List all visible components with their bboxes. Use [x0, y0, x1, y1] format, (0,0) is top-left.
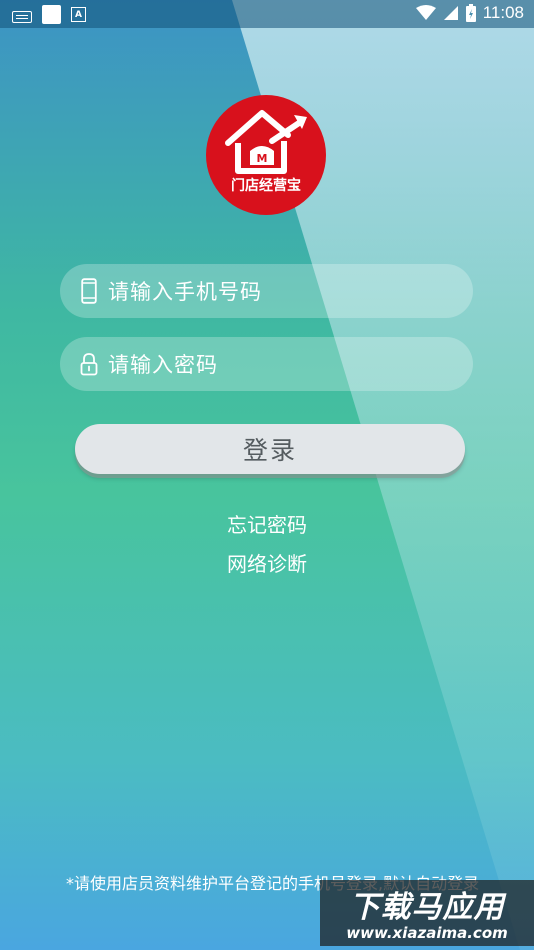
network-diagnosis-link[interactable]: 网络诊断 — [0, 548, 534, 577]
notification-square-icon — [42, 5, 61, 24]
password-input[interactable]: 请输入密码 — [60, 337, 473, 391]
phone-input-placeholder: 请输入手机号码 — [108, 280, 262, 304]
watermark: 下载马应用 www.xiazaima.com — [320, 880, 534, 946]
a-app-icon: A — [71, 7, 86, 22]
keyboard-icon — [12, 10, 32, 23]
svg-text:M: M — [257, 152, 268, 165]
wifi-icon — [415, 5, 436, 20]
login-button[interactable]: 登录 — [75, 424, 465, 474]
password-input-placeholder: 请输入密码 — [108, 353, 218, 377]
phone-input[interactable]: 请输入手机号码 — [60, 264, 473, 318]
app-logo: M 门店经营宝 — [206, 95, 326, 215]
status-time: 11:08 — [482, 3, 524, 22]
signal-icon — [443, 6, 458, 20]
status-bar: A 11:08 — [0, 0, 534, 28]
battery-icon — [465, 4, 476, 22]
phone-icon — [78, 278, 100, 304]
watermark-main-text: 下载马应用 — [349, 890, 505, 925]
logo-text: 门店经营宝 — [231, 178, 301, 194]
lock-icon — [78, 351, 100, 377]
forgot-password-link[interactable]: 忘记密码 — [0, 509, 534, 538]
watermark-sub-text: www.xiazaima.com — [346, 924, 508, 942]
house-chart-icon: M — [225, 110, 307, 174]
